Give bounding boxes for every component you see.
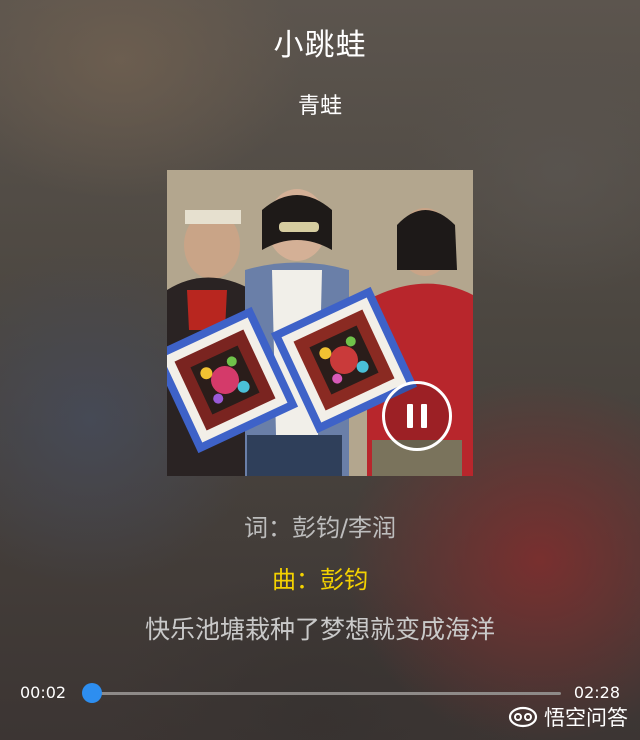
song-artist: 青蛙 <box>297 94 342 119</box>
watermark-text: 悟空问答 <box>544 706 628 730</box>
total-time: 02:28 <box>573 683 620 702</box>
current-time: 00:02 <box>20 683 67 702</box>
lyric-line-composer-current: 曲：彭钧 <box>272 566 368 594</box>
wukong-logo-icon <box>508 706 538 728</box>
pause-icon-bar-right <box>421 404 427 428</box>
progress-track[interactable] <box>85 692 561 695</box>
pause-button[interactable] <box>382 381 452 451</box>
watermark: 悟空问答 <box>508 702 628 732</box>
progress-thumb[interactable] <box>81 683 102 703</box>
lyric-line-lyricist: 词：彭钧/李润 <box>243 514 397 542</box>
pause-icon-bar-left <box>407 404 413 428</box>
song-title: 小跳蛙 <box>273 28 367 63</box>
lyric-line-next: 快乐池塘栽种了梦想就变成海洋 <box>144 615 495 644</box>
